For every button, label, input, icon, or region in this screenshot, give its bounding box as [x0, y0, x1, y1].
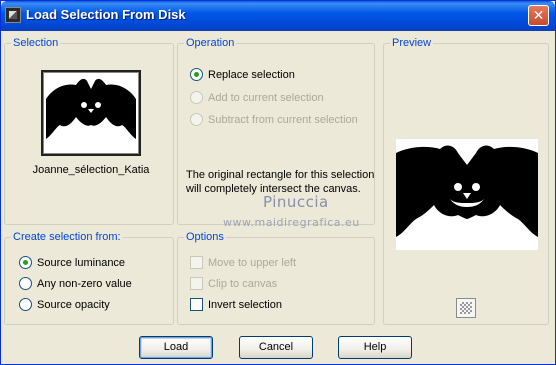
selection-group-label: Selection: [11, 37, 61, 49]
create-selection-group: Create selection from: Source luminance …: [4, 231, 174, 325]
non-zero-value-label: Any non-zero value: [37, 277, 132, 290]
clip-to-canvas-option[interactable]: Clip to canvas: [190, 277, 277, 290]
close-button[interactable]: ✕: [528, 5, 549, 26]
checker-icon[interactable]: [456, 298, 476, 318]
source-luminance-option[interactable]: Source luminance: [19, 256, 125, 269]
source-luminance-label: Source luminance: [37, 256, 126, 269]
preview-image: [396, 139, 538, 250]
invert-selection-label: Invert selection: [208, 298, 282, 311]
selection-thumbnail-art: [46, 75, 136, 151]
add-to-selection-label: Add to current selection: [208, 91, 324, 104]
clip-to-canvas-label: Clip to canvas: [208, 277, 278, 290]
window-title: Load Selection From Disk: [26, 7, 186, 22]
move-upper-left-label: Move to upper left: [208, 256, 297, 269]
selection-filename: Joanne_sélection_Katia: [32, 164, 150, 176]
replace-selection-radio[interactable]: [190, 68, 203, 81]
app-icon: [5, 7, 21, 23]
replace-selection-label: Replace selection: [208, 68, 295, 81]
operation-group-label: Operation: [184, 37, 237, 49]
move-upper-left-checkbox[interactable]: [190, 256, 203, 269]
non-zero-value-radio[interactable]: [19, 277, 32, 290]
help-button[interactable]: Help: [338, 336, 412, 359]
source-opacity-radio[interactable]: [19, 298, 32, 311]
load-selection-dialog: Load Selection From Disk ✕ Selection Joa…: [0, 0, 556, 365]
invert-selection-option[interactable]: Invert selection: [190, 298, 282, 311]
subtract-selection-option[interactable]: Subtract from current selection: [190, 113, 358, 126]
load-button[interactable]: Load: [139, 336, 213, 359]
watermark-name: Pinuccia: [263, 193, 329, 211]
source-opacity-label: Source opacity: [37, 298, 110, 311]
options-group-label: Options: [184, 231, 226, 243]
preview-group-label: Preview: [390, 37, 434, 49]
add-to-selection-option[interactable]: Add to current selection: [190, 91, 324, 104]
operation-note: The original rectangle for this selectio…: [186, 169, 375, 195]
add-to-selection-radio[interactable]: [190, 91, 203, 104]
subtract-selection-label: Subtract from current selection: [208, 113, 358, 126]
create-selection-group-label: Create selection from:: [11, 231, 123, 243]
cancel-button[interactable]: Cancel: [239, 336, 313, 359]
replace-selection-option[interactable]: Replace selection: [190, 68, 295, 81]
title-bar[interactable]: Load Selection From Disk ✕: [1, 1, 555, 31]
source-opacity-option[interactable]: Source opacity: [19, 298, 110, 311]
options-group: Options Move to upper left Clip to canva…: [177, 231, 375, 325]
selection-thumbnail-image: [46, 75, 136, 151]
subtract-selection-radio[interactable]: [190, 113, 203, 126]
non-zero-value-option[interactable]: Any non-zero value: [19, 277, 132, 290]
watermark-url: www.maidiregrafica.eu: [223, 216, 360, 229]
selection-group: Selection Joanne_sélection_Katia: [4, 37, 174, 225]
selection-thumbnail[interactable]: [41, 70, 141, 156]
move-upper-left-option[interactable]: Move to upper left: [190, 256, 296, 269]
preview-group: Preview: [383, 37, 549, 325]
preview-canvas: [396, 139, 538, 250]
invert-selection-checkbox[interactable]: [190, 298, 203, 311]
source-luminance-radio[interactable]: [19, 256, 32, 269]
clip-to-canvas-checkbox[interactable]: [190, 277, 203, 290]
